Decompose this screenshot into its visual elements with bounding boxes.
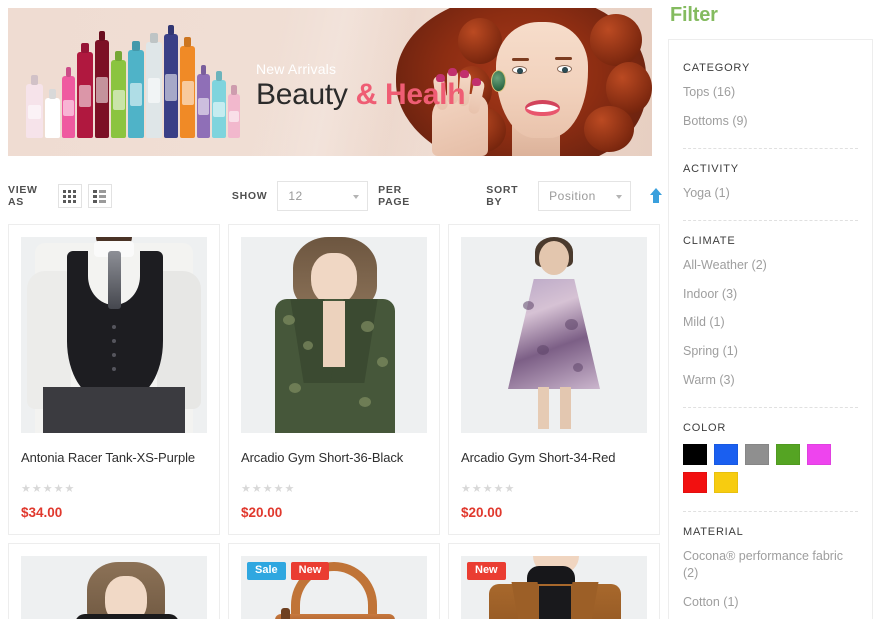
color-swatch-magenta[interactable] [807, 444, 831, 465]
filter-panel: CATEGORY Tops (16) Bottoms (9) ACTIVITY … [668, 39, 873, 619]
banner-product-bottles-illustration [26, 20, 246, 138]
promo-banner[interactable]: New Arrivals Beauty & Healh [8, 8, 652, 156]
sort-direction-toggle[interactable] [649, 188, 663, 204]
filter-option-bottoms[interactable]: Bottoms (9) [683, 113, 858, 130]
filter-group-color: COLOR [683, 422, 858, 495]
color-swatch-blue[interactable] [714, 444, 738, 465]
category-page: New Arrivals Beauty & Healh VIEW AS SHOW… [0, 0, 873, 619]
filter-heading: Filter [670, 4, 718, 26]
chevron-down-icon [353, 195, 360, 199]
banner-title-accent: & Healh [355, 78, 466, 111]
banner-text-block: New Arrivals Beauty & Healh [256, 61, 466, 112]
product-price: $20.00 [241, 505, 283, 520]
product-image[interactable]: Sale New [241, 556, 427, 619]
product-image[interactable] [21, 556, 207, 619]
product-price: $20.00 [461, 505, 503, 520]
list-view-button[interactable] [87, 184, 112, 208]
sort-by-label: SORT BY [486, 184, 519, 208]
show-per-page-value: 12 [288, 189, 303, 203]
show-label: SHOW [231, 190, 268, 202]
new-badge: New [290, 562, 330, 580]
filter-group-category: CATEGORY Tops (16) Bottoms (9) [683, 62, 858, 144]
per-page-label: PER PAGE [378, 184, 410, 208]
sort-by-value: Position [549, 189, 596, 203]
filter-sidebar: Filter CATEGORY Tops (16) Bottoms (9) AC… [668, 0, 873, 619]
product-rating: ★★★★★ [461, 483, 516, 495]
product-rating: ★★★★★ [21, 483, 76, 495]
filter-divider [683, 407, 858, 408]
product-badges: New [467, 562, 506, 580]
product-image[interactable] [461, 237, 647, 433]
filter-group-activity: ACTIVITY Yoga (1) [683, 163, 858, 216]
banner-kicker: New Arrivals [256, 61, 337, 77]
product-card[interactable]: New [448, 543, 660, 619]
grid-view-button[interactable] [57, 184, 82, 208]
product-card[interactable]: Antonia Racer Tank-XS-Purple ★★★★★ $34.0… [8, 224, 220, 535]
view-as-label: VIEW AS [8, 184, 38, 208]
color-swatch-list [683, 444, 858, 493]
product-image[interactable] [241, 237, 427, 433]
filter-group-title: CLIMATE [683, 234, 736, 247]
product-image[interactable]: New [461, 556, 647, 619]
product-badges: Sale New [247, 562, 330, 580]
product-name[interactable]: Arcadio Gym Short-36-Black [241, 450, 427, 465]
list-view-icon [93, 189, 107, 203]
listing-toolbar: VIEW AS SHOW 12 PER PAGE SORT BY Positio… [8, 174, 663, 218]
chevron-down-icon [615, 195, 622, 199]
filter-divider [683, 219, 858, 221]
product-name[interactable]: Arcadio Gym Short-34-Red [461, 450, 647, 465]
color-swatch-yellow[interactable] [714, 472, 738, 493]
filter-option-cocona[interactable]: Cocona® performance fabric (2) [683, 548, 858, 582]
sort-by-select[interactable]: Position [538, 181, 631, 211]
product-grid: Antonia Racer Tank-XS-Purple ★★★★★ $34.0… [8, 224, 660, 619]
filter-option-yoga[interactable]: Yoga (1) [683, 185, 858, 202]
filter-group-title: MATERIAL [683, 526, 744, 538]
color-swatch-red[interactable] [683, 472, 707, 493]
view-mode-buttons [57, 184, 112, 208]
filter-option-cotton[interactable]: Cotton (1) [683, 594, 858, 611]
model-face [496, 22, 588, 138]
filter-option-indoor[interactable]: Indoor (3) [683, 286, 858, 303]
sale-badge: Sale [247, 562, 286, 580]
filter-option-tops[interactable]: Tops (16) [683, 84, 858, 101]
color-swatch-black[interactable] [683, 444, 707, 465]
new-badge: New [467, 562, 506, 580]
product-card[interactable]: Arcadio Gym Short-34-Red ★★★★★ $20.00 [448, 224, 660, 535]
filter-option-warm[interactable]: Warm (3) [683, 372, 858, 389]
product-card[interactable]: Sale New [228, 543, 440, 619]
filter-divider [683, 511, 858, 512]
product-price: $34.00 [21, 505, 63, 520]
main-content-column: New Arrivals Beauty & Healh VIEW AS SHOW… [0, 0, 663, 619]
show-per-page-select[interactable]: 12 [277, 181, 369, 211]
filter-group-title: ACTIVITY [683, 162, 739, 175]
product-name[interactable]: Antonia Racer Tank-XS-Purple [21, 450, 207, 465]
grid-view-icon [63, 189, 77, 203]
filter-group-title: CATEGORY [683, 62, 751, 74]
filter-group-material: MATERIAL Cocona® performance fabric (2) … [683, 526, 858, 619]
filter-option-spring[interactable]: Spring (1) [683, 343, 858, 360]
banner-title-main: Beauty [256, 78, 356, 111]
product-card[interactable] [8, 543, 220, 619]
model-lips [525, 100, 560, 116]
product-rating: ★★★★★ [241, 483, 296, 495]
banner-title: Beauty & Healh [256, 78, 466, 112]
product-card[interactable]: Arcadio Gym Short-36-Black ★★★★★ $20.00 [228, 224, 440, 535]
filter-divider [683, 147, 858, 149]
filter-option-all-weather[interactable]: All-Weather (2) [683, 257, 858, 274]
filter-option-mild[interactable]: Mild (1) [683, 314, 858, 331]
color-swatch-green[interactable] [776, 444, 800, 465]
filter-group-climate: CLIMATE All-Weather (2) Indoor (3) Mild … [683, 235, 858, 403]
filter-group-title: COLOR [683, 422, 727, 434]
model-earring [491, 70, 506, 92]
color-swatch-gray[interactable] [745, 444, 769, 465]
product-image[interactable] [21, 237, 207, 433]
